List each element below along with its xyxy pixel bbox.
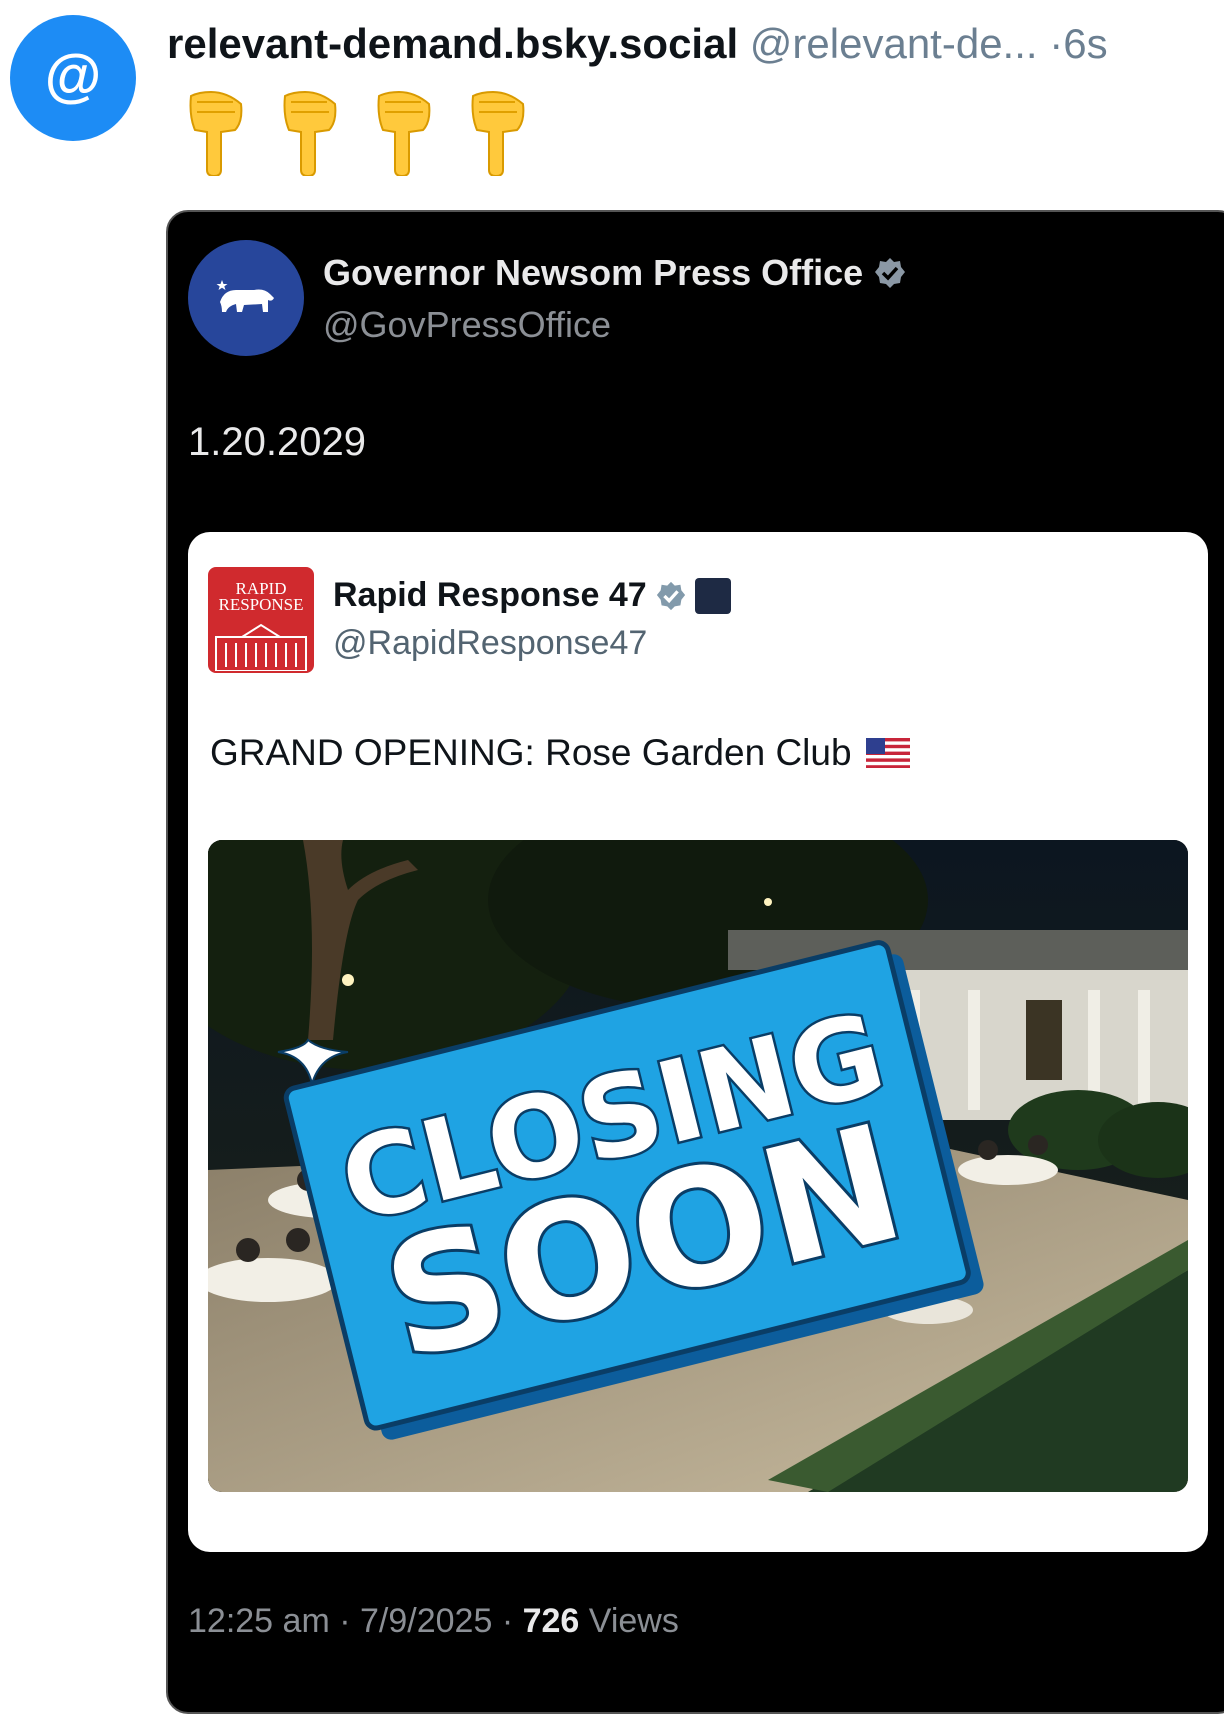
pointing-down-emoji-icon (471, 90, 525, 176)
rr-post-text-content: GRAND OPENING: Rose Garden Club (210, 732, 852, 773)
post-header: relevant-demand.bsky.social @relevant-de… (167, 14, 1224, 74)
pointing-down-emoji-icon (189, 90, 243, 176)
gov-name-text: Governor Newsom Press Office (323, 252, 864, 293)
post-footer: 12:25 am · 7/9/2025 · 726 Views (188, 1602, 679, 1641)
rr-post-text: GRAND OPENING: Rose Garden Club (210, 732, 910, 774)
footer-sep-2: · (501, 1602, 514, 1640)
gov-display-name: Governor Newsom Press Office (323, 252, 907, 294)
header-separator: · (1049, 20, 1064, 67)
pointing-down-emoji-icon (377, 90, 431, 176)
rr-handle: @RapidResponse47 (333, 624, 648, 662)
author-avatar[interactable]: @ (10, 15, 136, 141)
footer-sep-1: · (339, 1602, 351, 1640)
views-label: Views (588, 1602, 679, 1640)
views-count: 726 (522, 1602, 580, 1640)
white-house-badge-icon (694, 577, 731, 614)
rr-name-text: Rapid Response 47 (333, 576, 647, 614)
photo-scene: CLOSING SOON (208, 840, 1188, 1492)
embedded-quote-card: RAPID RESPONSE Rapid Response 47 @RapidR… (188, 532, 1208, 1552)
attached-image[interactable]: Governor Newsom Press Office @GovPressOf… (166, 210, 1224, 1714)
post-text-emojis (183, 90, 531, 180)
verified-badge-icon (656, 581, 685, 610)
white-house-icon (215, 623, 307, 671)
gov-avatar (188, 240, 304, 356)
footer-date: 7/9/2025 (360, 1602, 493, 1640)
rose-garden-photo: CLOSING SOON (208, 840, 1188, 1492)
bear-flag-icon (216, 280, 274, 312)
us-flag-icon (865, 738, 910, 768)
author-display-name[interactable]: relevant-demand.bsky.social (167, 20, 738, 67)
footer-time: 12:25 am (188, 1602, 330, 1640)
gov-handle: @GovPressOffice (323, 304, 611, 345)
post-age[interactable]: 6s (1063, 20, 1107, 67)
author-handle[interactable]: @relevant-de... (750, 20, 1038, 67)
verified-badge-icon (875, 258, 906, 288)
rapid-response-logo: RAPID RESPONSE (208, 567, 314, 673)
gov-post-text: 1.20.2029 (188, 420, 366, 464)
pointing-down-emoji-icon (283, 90, 337, 176)
rapid-response-logo-text: RAPID RESPONSE (218, 579, 304, 614)
rr-display-name: Rapid Response 47 (333, 576, 731, 615)
at-sign-icon: @ (44, 43, 102, 108)
